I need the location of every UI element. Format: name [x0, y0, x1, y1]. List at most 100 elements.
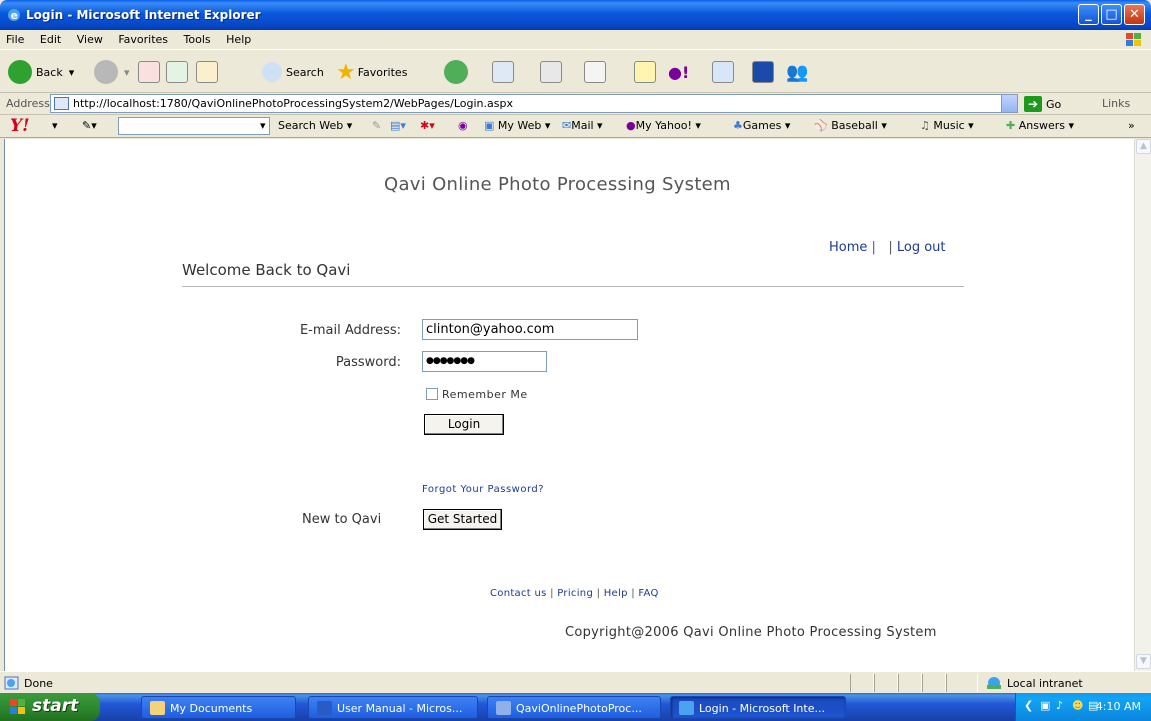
application-icon [496, 701, 511, 715]
menu-help[interactable]: Help [220, 30, 257, 49]
forgot-password-link[interactable]: Forgot Your Password? [422, 484, 544, 495]
menu-file[interactable]: File [0, 30, 30, 49]
bookmark-icon[interactable]: ▤▾ [390, 119, 406, 132]
address-url: http://localhost:1780/QaviOnlinePhotoPro… [73, 97, 513, 110]
pricing-link[interactable]: Pricing [557, 588, 593, 599]
print-button[interactable] [540, 56, 562, 88]
forward-button[interactable]: ▾ [94, 56, 130, 88]
print-icon [540, 61, 562, 83]
discuss-button[interactable] [634, 56, 656, 88]
address-label: Address [6, 97, 50, 110]
search-web-button[interactable]: Search Web ▾ [278, 119, 352, 132]
address-input[interactable]: http://localhost:1780/QaviOnlinePhotoPro… [50, 94, 1018, 113]
refresh-icon [166, 61, 188, 83]
taskbar-item-login-ie[interactable]: Login - Microsoft Inte... [670, 696, 846, 719]
start-button[interactable]: start [0, 693, 100, 721]
address-dropdown-button[interactable] [1001, 95, 1017, 112]
contacts-button[interactable]: 👥 [786, 56, 808, 88]
status-text: Done [4, 676, 53, 690]
remember-me-checkbox[interactable] [426, 388, 438, 400]
security-zone[interactable]: Local intranet [985, 676, 1083, 690]
help-link[interactable]: Help [604, 588, 628, 599]
yahoo-item-baseball[interactable]: ⚾ Baseball ▾ [814, 119, 887, 132]
menu-tools[interactable]: Tools [178, 30, 217, 49]
maximize-button[interactable]: □ [1101, 4, 1122, 25]
history-button[interactable] [444, 56, 468, 88]
scroll-down-arrow-icon[interactable]: ▼ [1136, 654, 1151, 669]
contact-us-link[interactable]: Contact us [490, 588, 547, 599]
mail-icon [492, 61, 514, 83]
yahoo-toolbar-overflow[interactable]: » [1128, 119, 1135, 132]
search-button[interactable]: Search [262, 56, 324, 88]
windows-flag-icon [10, 699, 25, 714]
nav-logout-link[interactable]: Log out [897, 240, 946, 255]
minimize-button[interactable]: _ [1078, 4, 1099, 25]
divider [182, 286, 964, 287]
people-icon: 👥 [786, 61, 809, 83]
password-label: Password: [335, 355, 401, 370]
yahoo-item-answers[interactable]: ✚ Answers ▾ [1006, 119, 1074, 132]
remember-me-label[interactable]: Remember Me [442, 388, 528, 401]
yahoo-item-games[interactable]: ♣Games ▾ [733, 119, 790, 132]
window-title-bar[interactable]: e Login - Microsoft Internet Explorer _ … [0, 0, 1151, 30]
yahoo-item-music[interactable]: ♫ Music ▾ [920, 119, 974, 132]
taskbar-item-visual-studio[interactable]: QaviOnlinePhotoProc... [487, 696, 661, 719]
scroll-up-arrow-icon[interactable]: ▲ [1136, 139, 1151, 154]
popup-blocker-icon[interactable]: ◉ [458, 119, 468, 132]
yahoo-item-mail[interactable]: ✉Mail ▾ [562, 119, 603, 132]
links-toolbar[interactable]: Links [1102, 97, 1130, 110]
taskbar-item-my-documents[interactable]: My Documents [141, 696, 296, 719]
favorites-button[interactable]: ★ Favorites [336, 56, 407, 88]
yahoo-item-my-web[interactable]: ▣ My Web ▾ [484, 119, 550, 132]
yahoo-messenger-icon: ●! [668, 62, 690, 82]
network-icon[interactable]: ▣ [1040, 699, 1050, 712]
back-button[interactable]: Back ▾ [8, 56, 74, 88]
messenger-icon [752, 61, 774, 83]
login-button[interactable]: Login [424, 414, 504, 435]
top-navigation: Home | | Log out [829, 240, 946, 255]
nav-home-link[interactable]: Home [829, 240, 867, 255]
yahoo-menu-dropdown[interactable]: ▾ [52, 119, 58, 132]
status-bar: Done Local intranet [0, 671, 1151, 693]
faq-link[interactable]: FAQ [638, 588, 658, 599]
get-started-button[interactable]: Get Started [423, 509, 502, 530]
volume-icon[interactable]: ♪ [1056, 699, 1063, 712]
back-arrow-icon [8, 60, 32, 84]
tray-back-icon[interactable]: ❮ [1024, 699, 1033, 712]
welcome-heading: Welcome Back to Qavi [182, 261, 351, 279]
note-icon [634, 61, 656, 83]
menu-view[interactable]: View [71, 30, 109, 49]
address-bar: Address http://localhost:1780/QaviOnline… [0, 93, 1151, 115]
new-to-qavi-label: New to Qavi [302, 512, 382, 527]
stop-button[interactable] [138, 56, 160, 88]
menu-edit[interactable]: Edit [34, 30, 67, 49]
menu-favorites[interactable]: Favorites [112, 30, 174, 49]
pencil-icon[interactable]: ✎▾ [82, 119, 97, 132]
window-title: Login - Microsoft Internet Explorer [26, 8, 261, 22]
go-button[interactable]: ➔ Go [1024, 95, 1061, 113]
password-field[interactable]: ●●●●●●● [422, 351, 547, 372]
antispy-icon[interactable]: ✱▾ [420, 119, 435, 132]
edit-button[interactable] [584, 56, 606, 88]
status-segment [946, 674, 978, 692]
yahoo-messenger-button[interactable]: ●! [668, 56, 689, 88]
yahoo-item-my-yahoo[interactable]: ●My Yahoo! ▾ [626, 119, 701, 132]
refresh-button[interactable] [166, 56, 188, 88]
page-icon [54, 97, 69, 110]
vertical-scrollbar[interactable]: ▲ ▼ [1134, 139, 1151, 671]
edit-icon [584, 61, 606, 83]
email-field[interactable] [422, 319, 638, 340]
history-icon [444, 60, 468, 84]
yahoo-search-input[interactable] [118, 117, 270, 135]
messenger-button[interactable] [752, 56, 774, 88]
yahoo-search-dropdown[interactable]: ▾ [260, 119, 266, 132]
research-button[interactable] [712, 56, 734, 88]
email-label: E-mail Address: [299, 323, 401, 338]
home-button[interactable] [196, 56, 218, 88]
highlight-icon[interactable]: ✎ [372, 119, 381, 132]
messenger-smiley-icon[interactable]: ☻ [1072, 699, 1083, 712]
yahoo-logo[interactable]: Y! [10, 116, 30, 136]
mail-button[interactable] [492, 56, 514, 88]
taskbar-item-user-manual[interactable]: User Manual - Micros... [308, 696, 478, 719]
close-button[interactable]: ✕ [1124, 4, 1145, 25]
